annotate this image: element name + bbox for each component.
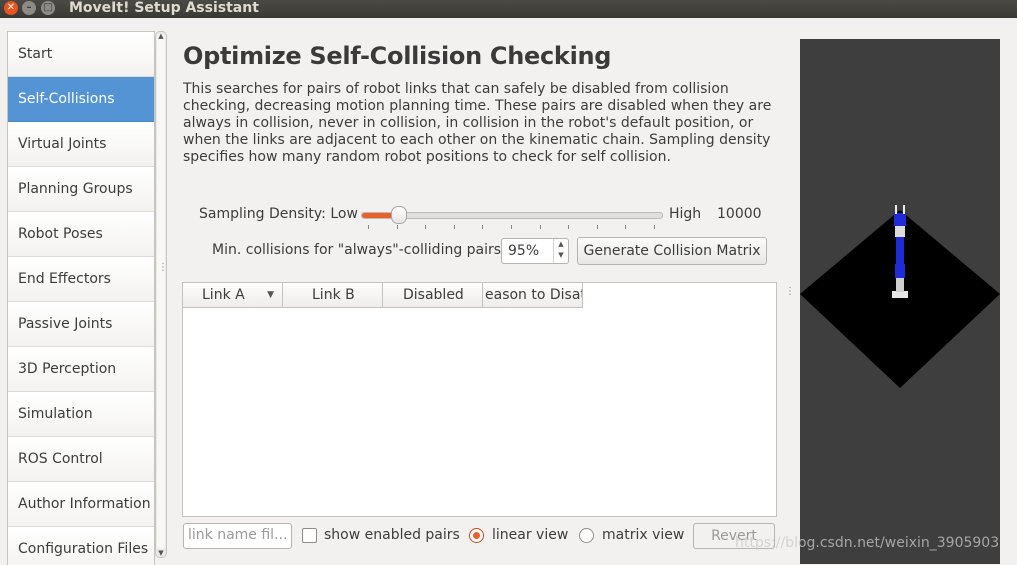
slider-tick	[539, 225, 541, 229]
min-collisions-value: 95%	[508, 243, 540, 259]
close-icon[interactable]: ✕	[4, 1, 18, 15]
robot-scene	[800, 205, 1000, 388]
slider-tick	[368, 225, 369, 229]
sampling-density-label: Sampling Density: Low	[199, 206, 358, 222]
robot-link-4	[894, 213, 906, 226]
matrix-view-radio[interactable]	[579, 528, 594, 543]
slider-ticks	[361, 225, 661, 231]
column-header-label: Link A	[202, 287, 245, 303]
slider-tick	[453, 225, 455, 229]
maximize-icon[interactable]: □	[41, 1, 55, 15]
sidebar-item-author-information[interactable]: Author Information	[8, 482, 154, 527]
column-header-link-b[interactable]: Link B	[283, 283, 383, 308]
slider-tick	[654, 225, 655, 229]
link-name-filter-input[interactable]	[184, 524, 288, 546]
robot-link-3	[895, 225, 905, 237]
sidebar-item-self-collisions[interactable]: Self-Collisions	[8, 77, 154, 122]
splitter-handle-left[interactable]: ⋮	[158, 262, 168, 273]
sampling-density-value: 10000	[717, 206, 762, 222]
show-enabled-pairs-label[interactable]: show enabled pairs	[324, 527, 460, 543]
sidebar: Start Self-Collisions Virtual Joints Pla…	[7, 31, 155, 565]
slider-tick	[596, 225, 598, 229]
page-title: Optimize Self-Collision Checking	[183, 42, 612, 70]
sidebar-item-configuration-files[interactable]: Configuration Files	[8, 527, 154, 565]
column-header-disabled[interactable]: Disabled	[383, 283, 483, 308]
column-header-reason[interactable]: eason to Disat	[483, 283, 583, 308]
linear-view-label[interactable]: linear view	[492, 527, 568, 543]
sampling-density-slider[interactable]	[361, 206, 663, 224]
gripper-finger-left	[895, 205, 897, 214]
robot-link-2	[896, 236, 904, 265]
scroll-up-icon[interactable]: ▲	[156, 32, 166, 40]
sidebar-item-end-effectors[interactable]: End Effectors	[8, 257, 154, 302]
minimize-icon[interactable]: –	[22, 1, 36, 15]
robot-link-0	[896, 277, 904, 292]
robot-base	[892, 291, 908, 298]
gripper-finger-right	[903, 205, 905, 214]
sort-down-icon: ▼	[267, 290, 274, 300]
table-header: Link A ▼ Link B Disabled eason to Disat	[183, 283, 583, 308]
splitter-handle-right[interactable]: ⋮	[785, 286, 795, 297]
slider-tick	[625, 225, 627, 229]
column-header-label: eason to Disat	[485, 287, 583, 303]
column-header-label: Link B	[312, 287, 355, 303]
sidebar-item-3d-perception[interactable]: 3D Perception	[8, 347, 154, 392]
matrix-view-label[interactable]: matrix view	[602, 527, 684, 543]
window-title: MoveIt! Setup Assistant	[69, 0, 259, 16]
show-enabled-pairs-checkbox[interactable]	[302, 528, 317, 543]
slider-tick	[425, 225, 427, 229]
scroll-down-icon[interactable]: ▼	[156, 549, 166, 557]
slider-tick	[396, 225, 398, 229]
robot-link-1	[895, 264, 905, 278]
slider-handle[interactable]	[390, 206, 407, 224]
linear-view-radio[interactable]	[469, 528, 484, 543]
column-header-label: Disabled	[403, 287, 464, 303]
sidebar-item-simulation[interactable]: Simulation	[8, 392, 154, 437]
title-bar: ✕ – □ MoveIt! Setup Assistant	[0, 0, 1017, 18]
watermark: https://blog.csdn.net/weixin_3905903	[735, 535, 1000, 551]
sidebar-item-start[interactable]: Start	[8, 32, 154, 77]
slider-tick	[482, 225, 484, 229]
min-collisions-label: Min. collisions for "always"-colliding p…	[212, 242, 506, 258]
sidebar-item-passive-joints[interactable]: Passive Joints	[8, 302, 154, 347]
generate-collision-matrix-button[interactable]: Generate Collision Matrix	[577, 237, 767, 265]
sidebar-item-virtual-joints[interactable]: Virtual Joints	[8, 122, 154, 167]
sidebar-scrollbar[interactable]: ▲ ▼	[155, 31, 167, 558]
slider-tick	[568, 225, 570, 229]
sampling-density-high-label: High	[669, 206, 702, 222]
min-collisions-spinbox[interactable]: 95% ▲ ▼	[501, 238, 569, 264]
column-header-link-a[interactable]: Link A ▼	[183, 283, 283, 308]
sidebar-item-ros-control[interactable]: ROS Control	[8, 437, 154, 482]
slider-tick	[511, 225, 512, 229]
robot-3d-viewport[interactable]	[800, 39, 1000, 564]
link-name-filter[interactable]	[183, 523, 292, 549]
spin-arrows-icon[interactable]: ▲ ▼	[553, 239, 568, 263]
sidebar-item-robot-poses[interactable]: Robot Poses	[8, 212, 154, 257]
sidebar-scrollbar-thumb[interactable]	[157, 34, 165, 549]
page-description: This searches for pairs of robot links t…	[183, 81, 772, 165]
collision-table[interactable]: Link A ▼ Link B Disabled eason to Disat	[182, 282, 777, 517]
sidebar-item-planning-groups[interactable]: Planning Groups	[8, 167, 154, 212]
